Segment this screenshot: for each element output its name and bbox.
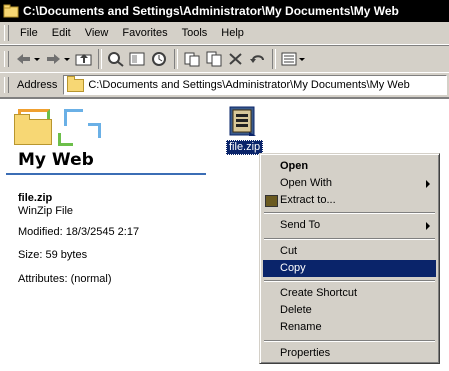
- search-icon[interactable]: [105, 48, 127, 70]
- submenu-arrow-icon: [426, 222, 430, 230]
- file-label[interactable]: file.zip: [226, 140, 264, 155]
- menu-separator: [264, 340, 435, 342]
- winzip-file-icon[interactable]: [227, 105, 257, 137]
- menu-tools[interactable]: Tools: [175, 23, 215, 43]
- address-value: C:\Documents and Settings\Administrator\…: [88, 79, 410, 91]
- details-attributes: Attributes: (normal): [18, 273, 112, 285]
- toolbar-grip[interactable]: [4, 25, 9, 41]
- menu-extract-to[interactable]: Extract to...: [263, 192, 436, 209]
- webview-header: My Web: [0, 99, 210, 176]
- toolbar-grip[interactable]: [4, 77, 9, 93]
- toolbar-separator: [174, 49, 178, 69]
- menu-properties[interactable]: Properties: [263, 345, 436, 362]
- copy-to-icon[interactable]: [203, 48, 225, 70]
- submenu-arrow-icon: [426, 180, 430, 188]
- move-to-icon[interactable]: [181, 48, 203, 70]
- menu-help[interactable]: Help: [214, 23, 251, 43]
- menu-open-with[interactable]: Open With: [263, 175, 436, 192]
- menu-file[interactable]: File: [13, 23, 45, 43]
- address-bar: Address C:\Documents and Settings\Admini…: [0, 73, 449, 99]
- menu-separator: [264, 280, 435, 282]
- folder-icon: [67, 76, 85, 92]
- menu-favorites[interactable]: Favorites: [115, 23, 174, 43]
- details-file-name: file.zip: [18, 192, 53, 204]
- menu-send-to-label: Send To: [280, 219, 321, 231]
- details-modified: Modified: 18/3/2545 2:17: [18, 226, 140, 238]
- history-icon[interactable]: [149, 48, 171, 70]
- toolbar-separator: [272, 49, 276, 69]
- winzip-extract-icon: [265, 195, 278, 207]
- folders-icon[interactable]: [127, 48, 149, 70]
- decorative-art: [58, 133, 73, 146]
- undo-icon[interactable]: [247, 48, 269, 70]
- folder-view[interactable]: My Web file.zip WinZip File Modified: 18…: [0, 99, 449, 371]
- standard-toolbar: [0, 45, 449, 73]
- menu-rename[interactable]: Rename: [263, 319, 436, 336]
- address-input[interactable]: C:\Documents and Settings\Administrator\…: [63, 75, 447, 95]
- up-folder-icon[interactable]: [73, 48, 95, 70]
- title-rule: [6, 173, 206, 175]
- menu-edit[interactable]: Edit: [45, 23, 78, 43]
- decorative-art: [88, 123, 101, 138]
- window-title: C:\Documents and Settings\Administrator\…: [23, 4, 399, 18]
- toolbar-grip[interactable]: [4, 51, 9, 67]
- menu-separator: [264, 212, 435, 214]
- forward-icon[interactable]: [43, 48, 73, 70]
- delete-icon[interactable]: [225, 48, 247, 70]
- menu-send-to[interactable]: Send To: [263, 217, 436, 234]
- context-menu: Open Open With Extract to... Send To Cut…: [259, 153, 440, 364]
- details-size: Size: 59 bytes: [18, 249, 88, 261]
- menu-copy[interactable]: Copy: [263, 260, 436, 277]
- decorative-art: [64, 109, 83, 126]
- views-icon[interactable]: [279, 48, 309, 70]
- menu-create-shortcut[interactable]: Create Shortcut: [263, 285, 436, 302]
- menu-delete[interactable]: Delete: [263, 302, 436, 319]
- menu-view[interactable]: View: [78, 23, 116, 43]
- menu-open[interactable]: Open: [263, 158, 436, 175]
- folder-icon: [3, 4, 19, 18]
- menu-open-with-label: Open With: [280, 177, 332, 189]
- menu-bar: File Edit View Favorites Tools Help: [0, 22, 449, 45]
- folder-title: My Web: [18, 150, 94, 170]
- address-label: Address: [17, 79, 58, 91]
- back-icon[interactable]: [13, 48, 43, 70]
- folder-icon: [14, 114, 52, 145]
- menu-extract-to-label: Extract to...: [280, 194, 336, 206]
- menu-cut[interactable]: Cut: [263, 243, 436, 260]
- title-bar: C:\Documents and Settings\Administrator\…: [0, 0, 449, 22]
- toolbar-separator: [98, 49, 102, 69]
- menu-separator: [264, 238, 435, 240]
- details-file-type: WinZip File: [18, 205, 74, 217]
